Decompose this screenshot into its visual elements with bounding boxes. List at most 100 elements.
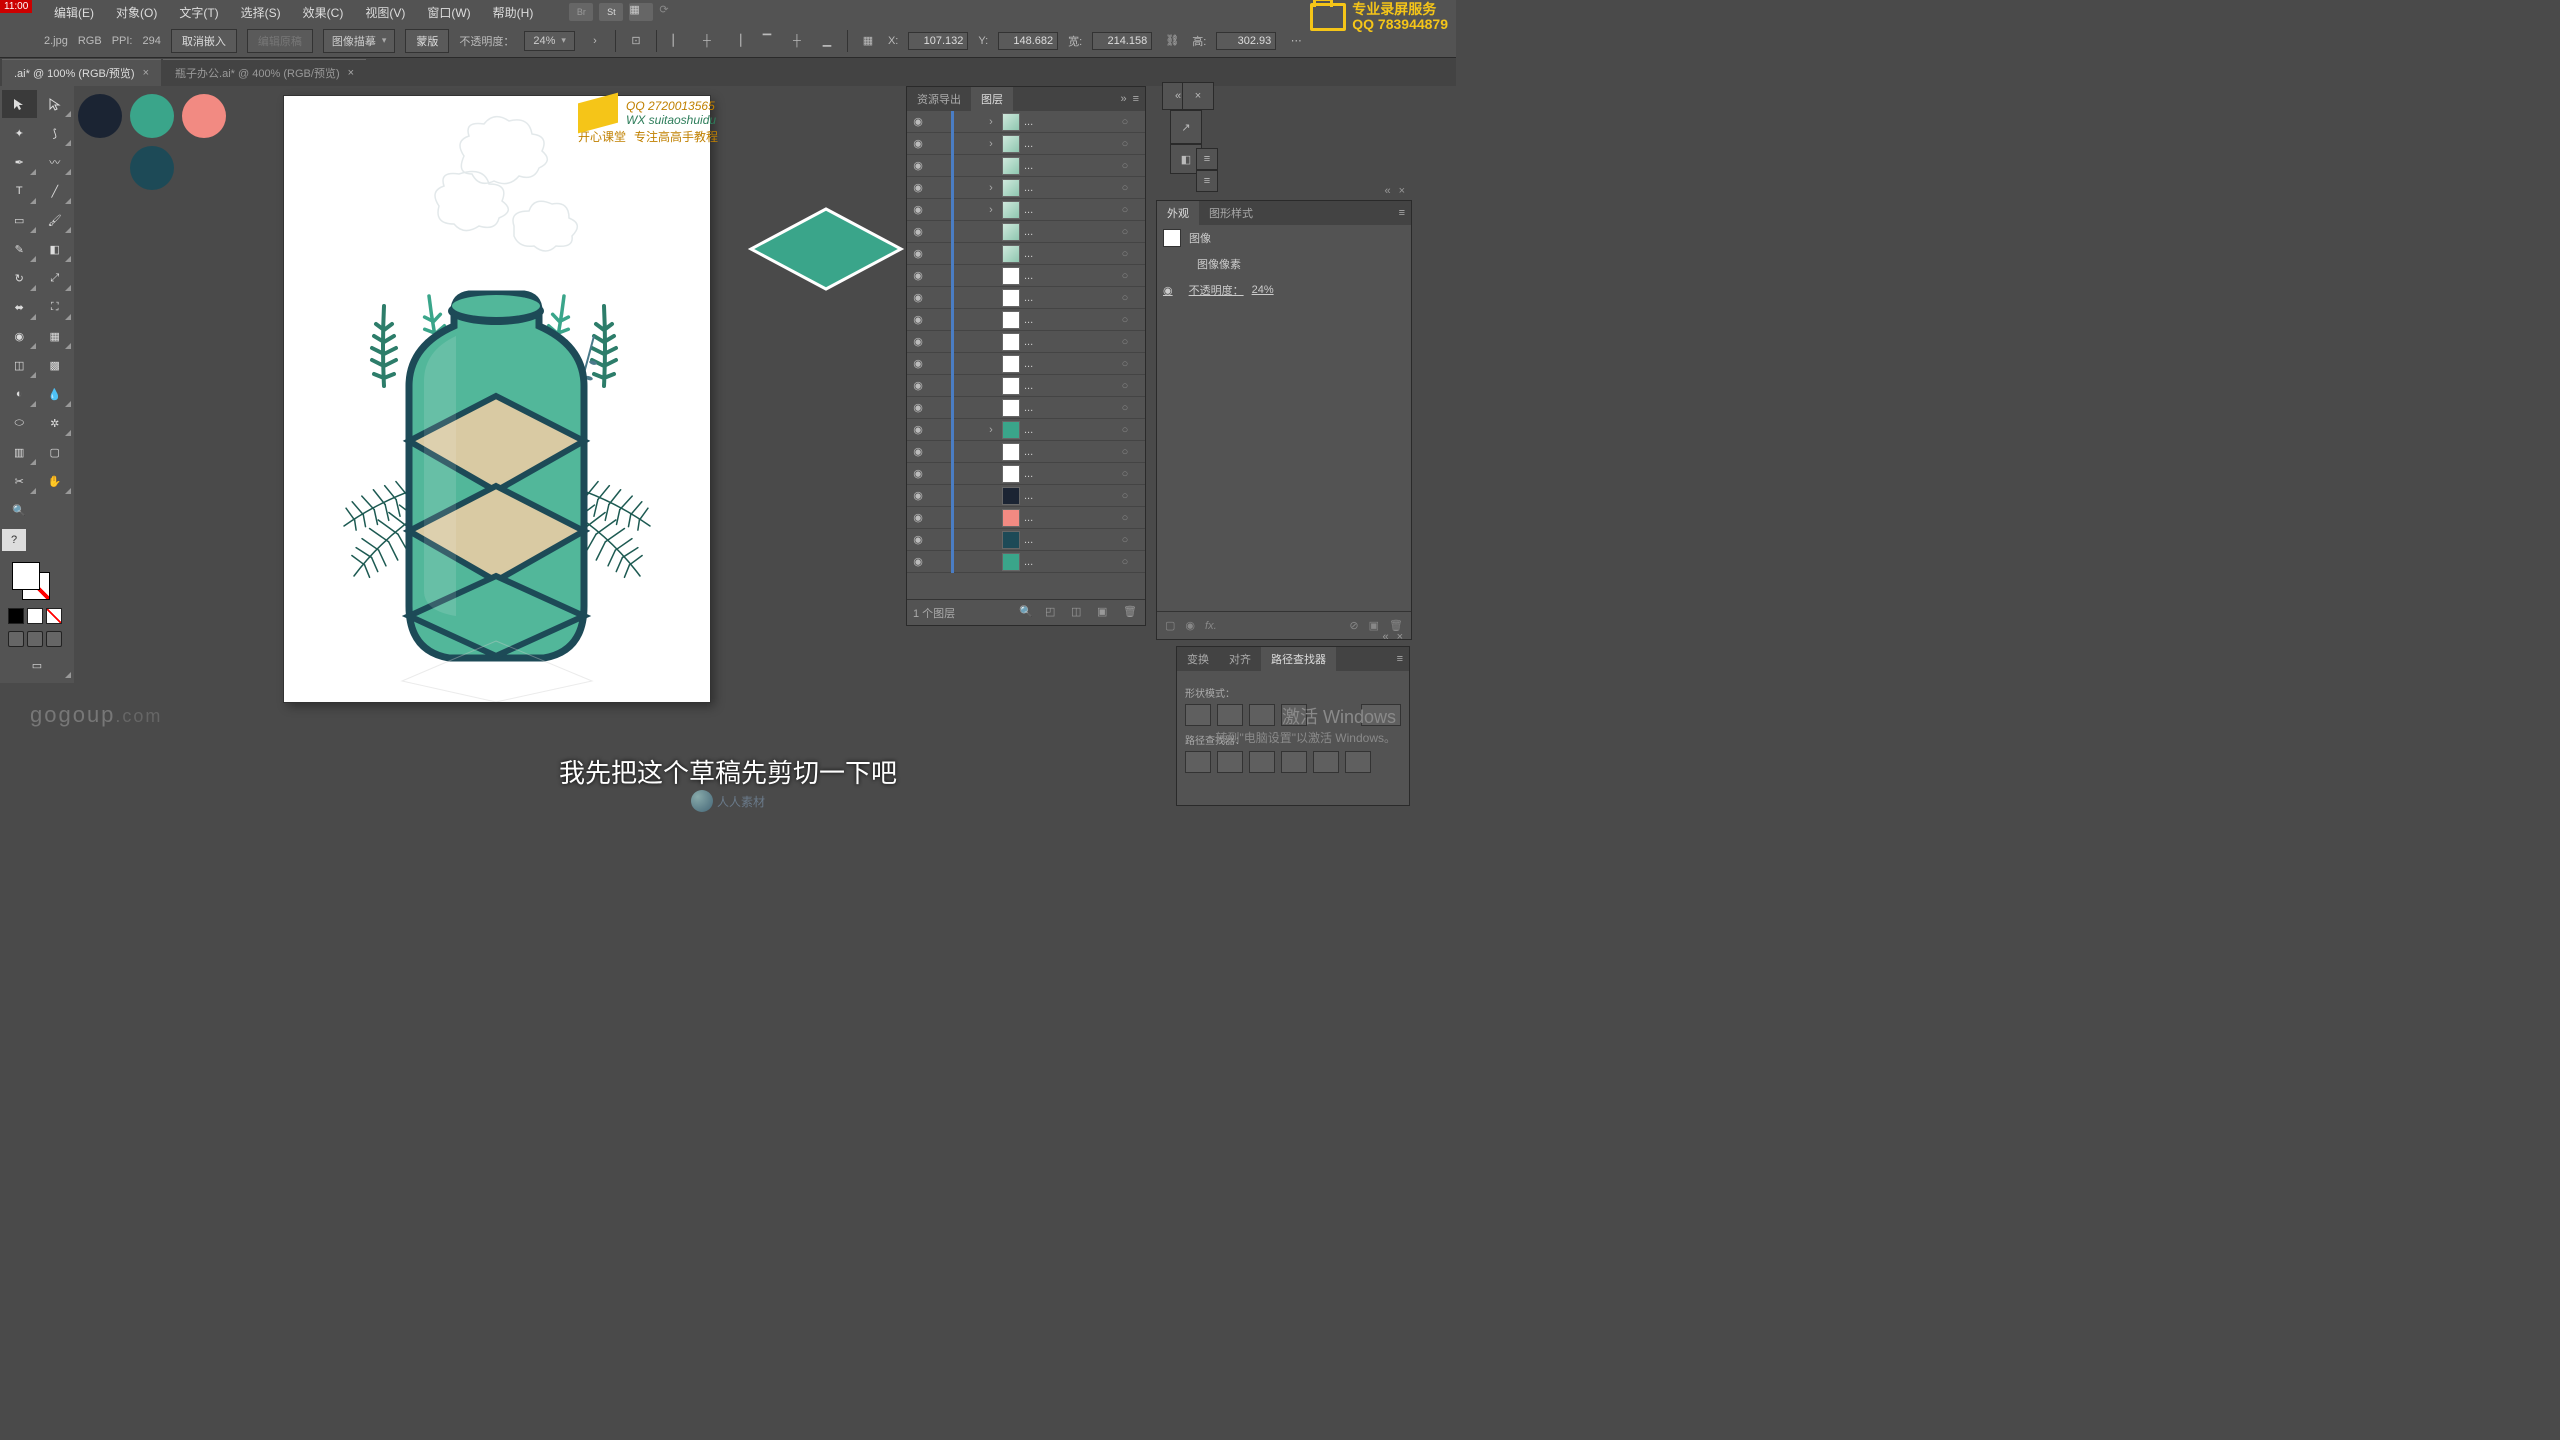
visibility-icon[interactable]: ◉ (907, 423, 929, 436)
target-icon[interactable]: ○ (1115, 138, 1135, 150)
layer-row[interactable]: ◉ ... ○ (907, 441, 1145, 463)
appear-row-opacity[interactable]: ◉ 不透明度： 24% (1157, 277, 1411, 303)
blend-tool[interactable]: ⬭ (2, 409, 37, 437)
artboard-tool[interactable]: ▢ (38, 438, 73, 466)
type-tool[interactable]: T (2, 177, 37, 205)
eyedropper-tool[interactable]: 💧 (38, 380, 73, 408)
visibility-icon[interactable]: ◉ (907, 555, 929, 568)
sync-icon[interactable]: ⟳ (659, 3, 683, 21)
visibility-icon[interactable]: ◉ (907, 445, 929, 458)
menu-object[interactable]: 对象(O) (106, 1, 167, 24)
transform-anchor-icon[interactable]: ⊡ (626, 31, 646, 51)
rotate-tool[interactable]: ↻ (2, 264, 37, 292)
mask-button[interactable]: 蒙版 (405, 29, 449, 53)
draw-normal[interactable] (8, 631, 24, 647)
more-options-icon[interactable]: ⋯ (1286, 31, 1306, 51)
tab-doc2[interactable]: 瓶子办公.ai* @ 400% (RGB/预览)× (163, 59, 366, 86)
target-icon[interactable]: ○ (1115, 380, 1135, 392)
y-field[interactable]: 148.682 (998, 32, 1058, 50)
target-icon[interactable]: ○ (1115, 204, 1135, 216)
expand-icon[interactable]: › (984, 138, 998, 150)
graph-tool[interactable]: ▥ (2, 438, 37, 466)
floating-shape[interactable] (746, 204, 906, 294)
visibility-icon[interactable]: ◉ (907, 489, 929, 502)
target-icon[interactable]: ○ (1115, 358, 1135, 370)
align-vcenter-icon[interactable]: ┼ (787, 31, 807, 51)
appear-row-pixel[interactable]: 图像像素 (1157, 251, 1411, 277)
shape-builder-tool[interactable]: ◉ (2, 322, 37, 350)
visibility-icon[interactable]: ◉ (907, 379, 929, 392)
tab-graphic-styles[interactable]: 图形样式 (1199, 201, 1263, 225)
align-right-icon[interactable]: ▕ (727, 31, 747, 51)
tab-pathfinder[interactable]: 路径查找器 (1261, 647, 1336, 671)
menu-text[interactable]: 文字(T) (169, 1, 228, 24)
visibility-icon[interactable]: ◉ (907, 225, 929, 238)
scale-tool[interactable]: ⤢ (38, 264, 73, 292)
line-tool[interactable]: ╱ (38, 177, 73, 205)
target-icon[interactable]: ○ (1115, 270, 1135, 282)
layer-row[interactable]: ◉ ... ○ (907, 485, 1145, 507)
dock-btn-b[interactable]: ≡ (1196, 170, 1218, 192)
new-stroke-icon[interactable]: ◉ (1185, 619, 1195, 632)
hand-tool[interactable]: ✋ (38, 467, 73, 495)
dock-btn-a[interactable]: ≡ (1196, 148, 1218, 170)
dock-close-1[interactable]: × (1182, 82, 1214, 110)
visibility-icon[interactable]: ◉ (907, 181, 929, 194)
target-icon[interactable]: ○ (1115, 424, 1135, 436)
visibility-icon[interactable]: ◉ (907, 203, 929, 216)
target-icon[interactable]: ○ (1115, 314, 1135, 326)
panel-menu-icon[interactable]: ≡ (1397, 653, 1403, 665)
color-mode-none[interactable] (46, 608, 62, 624)
menu-help[interactable]: 帮助(H) (483, 1, 544, 24)
visibility-icon[interactable]: ◉ (907, 511, 929, 524)
locate-icon[interactable]: 🔍 (1019, 605, 1035, 621)
expand-icon[interactable]: › (984, 182, 998, 194)
close-icon[interactable]: × (143, 67, 149, 79)
layer-row[interactable]: ◉ ... ○ (907, 287, 1145, 309)
layer-row[interactable]: ◉ ... ○ (907, 529, 1145, 551)
visibility-icon[interactable]: ◉ (907, 335, 929, 348)
expand-icon[interactable]: › (984, 424, 998, 436)
target-icon[interactable]: ○ (1115, 248, 1135, 260)
layer-row[interactable]: ◉ ... ○ (907, 155, 1145, 177)
w-field[interactable]: 214.158 (1092, 32, 1152, 50)
target-icon[interactable]: ○ (1115, 336, 1135, 348)
layer-row[interactable]: ◉ ... ○ (907, 507, 1145, 529)
panel-menu-icon[interactable]: ≡ (1133, 93, 1139, 105)
clear-icon[interactable]: ⊘ (1349, 619, 1358, 632)
color-mode-gradient[interactable] (27, 608, 43, 624)
stock-icon[interactable]: St (599, 3, 623, 21)
mesh-tool[interactable]: ▩ (38, 351, 73, 379)
layer-row[interactable]: ◉ ... ○ (907, 331, 1145, 353)
eye-icon[interactable]: ◉ (1163, 284, 1173, 297)
layer-row[interactable]: ◉ › ... ○ (907, 199, 1145, 221)
layer-row[interactable]: ◉ › ... ○ (907, 419, 1145, 441)
fill-color[interactable] (12, 562, 40, 590)
collapse-icon[interactable]: » (1120, 93, 1126, 105)
eraser-tool[interactable]: ◧ (38, 235, 73, 263)
tab-doc1[interactable]: .ai* @ 100% (RGB/预览)× (2, 59, 161, 86)
shaper-tool[interactable]: ✎ (2, 235, 37, 263)
menu-window[interactable]: 窗口(W) (417, 1, 480, 24)
layer-row[interactable]: ◉ ... ○ (907, 551, 1145, 573)
layer-row[interactable]: ◉ ... ○ (907, 353, 1145, 375)
new-sublayer-icon[interactable]: ◫ (1071, 605, 1087, 621)
target-icon[interactable]: ○ (1115, 116, 1135, 128)
visibility-icon[interactable]: ◉ (907, 247, 929, 260)
layer-row[interactable]: ◉ ... ○ (907, 243, 1145, 265)
h-field[interactable]: 302.93 (1216, 32, 1276, 50)
layer-row[interactable]: ◉ ... ○ (907, 265, 1145, 287)
layer-row[interactable]: ◉ ... ○ (907, 463, 1145, 485)
layer-row[interactable]: ◉ ... ○ (907, 309, 1145, 331)
layer-row[interactable]: ◉ ... ○ (907, 397, 1145, 419)
layer-row[interactable]: ◉ › ... ○ (907, 133, 1145, 155)
new-fill-icon[interactable]: ▢ (1165, 619, 1175, 632)
align-left-icon[interactable]: ▏ (667, 31, 687, 51)
live-paint-tool[interactable]: ▦ (38, 322, 73, 350)
swatch-2[interactable] (130, 94, 174, 138)
close-icon[interactable]: × (1399, 185, 1405, 197)
collapse-icon[interactable]: « (1384, 185, 1390, 197)
delete-layer-icon[interactable]: 🗑 (1123, 605, 1139, 621)
properties-dock-icon[interactable]: ↗ (1170, 110, 1202, 144)
cancel-embed-button[interactable]: 取消嵌入 (171, 29, 237, 53)
